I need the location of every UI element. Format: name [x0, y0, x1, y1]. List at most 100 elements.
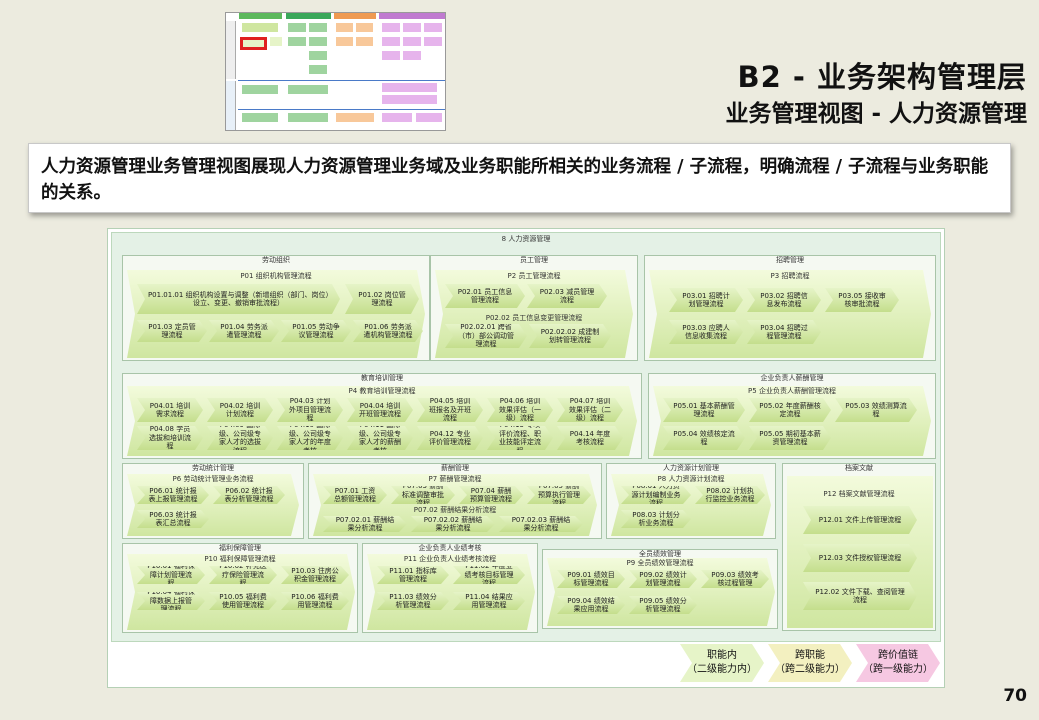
process-p07-label: P7 薪酬管理流程 — [428, 475, 482, 483]
process-p0201[interactable]: P02.01 员工信息管理流程 — [445, 284, 525, 308]
legend-sublabel: （二级能力内） — [687, 664, 757, 675]
salary-subprocess-2[interactable]: P07.02.02 薪酬结果分析流程 — [411, 516, 495, 532]
kpi-process-5[interactable]: P09.05 绩效分析管理流程 — [629, 596, 697, 614]
welfare-process-2[interactable]: P10.02 补充医疗保险管理流程 — [209, 566, 277, 584]
process-p0103[interactable]: P01.03 定员管理流程 — [137, 320, 207, 342]
edu-process-9[interactable]: P04.09 国际级、公司级专家人才的选拔流程 — [207, 426, 273, 450]
archive-process-2[interactable]: P12.03 文件授权管理流程 — [803, 544, 917, 572]
edu-process-1[interactable]: P04.01 培训需求流程 — [137, 398, 203, 422]
process-p010101[interactable]: P01.01.01 组织机构设置与调整（新增组织（部门、岗位）设立、变更、撤销审… — [137, 284, 340, 314]
salary-process-1[interactable]: P07.01 工资总额管理流程 — [323, 486, 387, 504]
process-p020202[interactable]: P02.02.02 成建制划转管理流程 — [529, 324, 611, 348]
process-p09-label: P9 全员绩效管理流程 — [626, 559, 694, 567]
process-p0303[interactable]: P03.03 应聘人信息收集流程 — [669, 320, 743, 344]
group-edu: 教育培训管理 P4 教育培训管理流程 P04.01 培训需求流程 P04.02 培… — [122, 373, 642, 459]
salary-process-4[interactable]: P07.05 薪酬预算执行管理流程 — [527, 486, 591, 504]
edu-process-14[interactable]: P04.14 年度考核流程 — [557, 426, 623, 450]
edu-process-5[interactable]: P04.05 培训班报名及开班流程 — [417, 398, 483, 422]
page-title: B2 - 业务架构管理层 — [737, 60, 1027, 94]
group-archive: 档案文献 P12 档案文献管理流程 P12.01 文件上传管理流程 P12.03 … — [782, 463, 936, 631]
process-p04-label: P4 教育培训管理流程 — [348, 387, 416, 395]
process-p0304[interactable]: P03.04 招聘过程管理流程 — [747, 320, 821, 344]
expert-process-2[interactable]: P05.02 年度薪酬核定流程 — [749, 398, 831, 422]
process-p10-label: P10 福利保障管理流程 — [204, 555, 276, 563]
archive-process-1[interactable]: P12.01 文件上传管理流程 — [803, 506, 917, 534]
expert-process-4[interactable]: P05.04 效绩核定流程 — [663, 426, 745, 450]
process-p02-label: P2 员工管理流程 — [507, 272, 561, 280]
business-process-diagram: 8 人力资源管理 劳动组织 P01 组织机构管理流程 P01.01.01 组织机… — [107, 228, 945, 688]
group-title: 人力资源计划管理 — [663, 464, 719, 472]
edu-process-13[interactable]: P04.13 专项评价流程、职业技能评定流程 — [487, 426, 553, 450]
domain-panel: 8 人力资源管理 劳动组织 P01 组织机构管理流程 P01.01.01 组织机… — [111, 232, 941, 642]
salary-process-3[interactable]: P07.04 薪酬预算管理流程 — [459, 486, 523, 504]
process-p0106[interactable]: P01.06 劳务派遣机构管理流程 — [353, 320, 423, 342]
process-p0104[interactable]: P01.04 劳务派遣管理流程 — [209, 320, 279, 342]
welfare-process-4[interactable]: P10.04 福利保障数据上报管理流程 — [137, 592, 205, 610]
plan-process-1[interactable]: P08.01 人力资源计划编制业务流程 — [621, 486, 691, 504]
kpi-process-3[interactable]: P09.03 绩效考核过程管理 — [701, 570, 769, 588]
group-title: 招聘管理 — [776, 256, 804, 264]
process-p03-label: P3 招聘流程 — [770, 272, 810, 280]
welfare-process-6[interactable]: P10.06 福利费用管理流程 — [281, 592, 349, 610]
page-subtitle: 业务管理视图 - 人力资源管理 — [725, 101, 1027, 127]
stats-process-1[interactable]: P06.01 统计报表上报管理流程 — [137, 486, 209, 504]
expert-process-1[interactable]: P05.01 基本薪酬管理流程 — [663, 398, 745, 422]
perf-process-1[interactable]: P11.01 指标库管理流程 — [377, 566, 449, 584]
plan-process-2[interactable]: P08.02 计划执行监控业务流程 — [695, 486, 765, 504]
expert-process-3[interactable]: P05.03 效绩测算流程 — [835, 398, 917, 422]
process-p0102[interactable]: P01.02 岗位管理流程 — [345, 284, 419, 314]
salary-subprocess-3[interactable]: P07.02.03 薪酬结果分析流程 — [499, 516, 583, 532]
group-staff: 员工管理 P2 员工管理流程 P02.01 员工信息管理流程 P02.03 减员… — [430, 255, 638, 361]
process-p0305[interactable]: P03.05 接收审核审批流程 — [825, 288, 899, 312]
page-number: 70 — [1003, 686, 1027, 706]
process-p0203[interactable]: P02.03 减员管理流程 — [527, 284, 607, 308]
salary-process-2[interactable]: P07.03 薪酬标准调整审批流程 — [391, 486, 455, 504]
welfare-process-3[interactable]: P10.03 住房公积金管理流程 — [281, 566, 349, 584]
process-p01[interactable] — [127, 270, 425, 358]
edu-process-11[interactable]: P04.11 国际级、公司级专家人才的薪酬考核 — [347, 426, 413, 450]
edu-process-10[interactable]: P04.10 国际级、公司级专家人才的年度考核 — [277, 426, 343, 450]
process-p0105[interactable]: P01.05 劳动争议管理流程 — [281, 320, 351, 342]
plan-process-3[interactable]: P08.03 计划分析业务流程 — [621, 510, 691, 528]
edu-process-7[interactable]: P04.07 培训效果评估（二级）流程 — [557, 398, 623, 422]
edu-process-4[interactable]: P04.04 培训开班管理流程 — [347, 398, 413, 422]
process-p0702-label: P07.02 薪酬结果分析流程 — [413, 506, 497, 514]
stats-process-2[interactable]: P06.02 统计报表分析管理流程 — [213, 486, 285, 504]
process-p01-label: P01 组织机构管理流程 — [240, 272, 312, 280]
process-p08-label: P8 人力资源计划流程 — [657, 475, 725, 483]
expert-process-5[interactable]: P05.05 期初基本薪资管理流程 — [749, 426, 831, 450]
edu-process-3[interactable]: P04.03 计划外项目管理流程 — [277, 398, 343, 422]
edu-process-2[interactable]: P04.02 培训计划流程 — [207, 398, 273, 422]
process-p05-label: P5 企业负责人薪酬管理流程 — [748, 387, 836, 395]
group-title: 劳动统计管理 — [192, 464, 234, 472]
welfare-process-1[interactable]: P10.01 福利保障计划管理流程 — [137, 566, 205, 584]
kpi-process-2[interactable]: P09.02 绩效计划管理流程 — [629, 570, 697, 588]
perf-process-4[interactable]: P11.04 结果应用管理流程 — [453, 592, 525, 610]
group-plan: 人力资源计划管理 P8 人力资源计划流程 P08.01 人力资源计划编制业务流程… — [606, 463, 776, 539]
process-p0301[interactable]: P03.01 招聘计划管理流程 — [669, 288, 743, 312]
group-title: 员工管理 — [520, 256, 548, 264]
salary-subprocess-1[interactable]: P07.02.01 薪酬结果分析流程 — [323, 516, 407, 532]
edu-process-6[interactable]: P04.06 培训效果评估（一级）流程 — [487, 398, 553, 422]
perf-process-3[interactable]: P11.03 绩效分析管理流程 — [377, 592, 449, 610]
edu-process-12[interactable]: P04.12 专业评价管理流程 — [417, 426, 483, 450]
kpi-process-4[interactable]: P09.04 绩效结果应用流程 — [557, 596, 625, 614]
process-p020201[interactable]: P02.02.01 跨省（市）部公调动管理流程 — [445, 324, 527, 348]
edu-process-8[interactable]: P04.08 学员选拔和培训流程 — [137, 426, 203, 450]
kpi-process-1[interactable]: P09.01 绩效目标管理流程 — [557, 570, 625, 588]
welfare-process-5[interactable]: P10.05 福利费使用管理流程 — [209, 592, 277, 610]
perf-process-2[interactable]: P11.02 年度业绩考核目标管理流程 — [453, 566, 525, 584]
archive-process-3[interactable]: P12.02 文件下载、查阅管理流程 — [803, 582, 917, 610]
group-title: 劳动组织 — [262, 256, 290, 264]
legend-sublabel: （跨一级能力） — [863, 664, 933, 675]
group-recruit: 招聘管理 P3 招聘流程 P03.01 招聘计划管理流程 P03.02 招聘信息… — [644, 255, 936, 361]
description-box: 人力资源管理业务管理视图展现人力资源管理业务域及业务职能所相关的业务流程 / 子… — [28, 143, 1011, 213]
stats-process-3[interactable]: P06.03 统计报表汇总流程 — [137, 510, 209, 528]
process-p03[interactable] — [649, 270, 931, 358]
process-p0302[interactable]: P03.02 招聘信息发布流程 — [747, 288, 821, 312]
group-stats: 劳动统计管理 P6 劳动统计管理业务流程 P06.01 统计报表上报管理流程 P0… — [122, 463, 304, 539]
group-kpi: 全员绩效管理 P9 全员绩效管理流程 P09.01 绩效目标管理流程 P09.02… — [542, 549, 778, 629]
process-p09[interactable] — [547, 558, 775, 626]
group-salary: 薪酬管理 P7 薪酬管理流程 P07.01 工资总额管理流程 P07.03 薪酬标… — [308, 463, 602, 539]
process-p0202-label: P02.02 员工信息变更管理流程 — [485, 314, 583, 322]
